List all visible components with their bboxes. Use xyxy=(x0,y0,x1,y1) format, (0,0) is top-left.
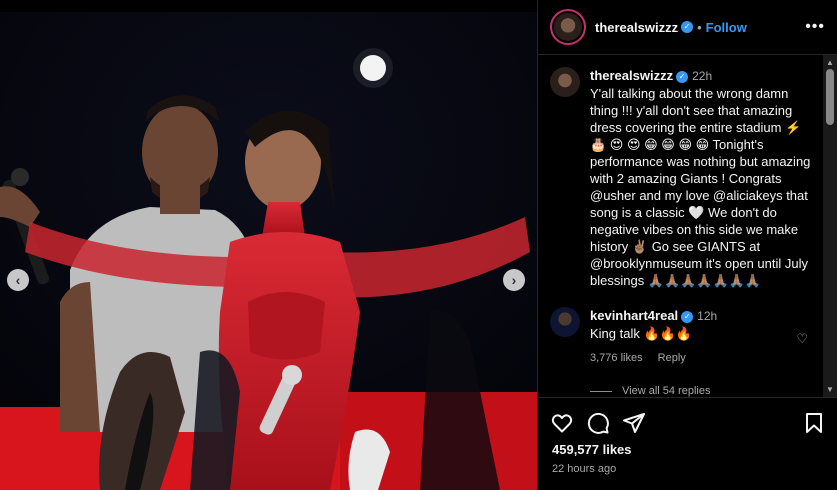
verified-icon: ✓ xyxy=(681,21,694,33)
comment-likes[interactable]: 3,776 likes xyxy=(590,352,643,364)
previous-photo-button[interactable]: ‹ xyxy=(7,269,29,291)
commenter-username[interactable]: kevinhart4real xyxy=(590,308,678,323)
share-send-icon[interactable] xyxy=(622,411,646,435)
scroll-up-icon[interactable]: ▲ xyxy=(826,58,834,67)
comment-bubble-icon[interactable] xyxy=(586,411,610,435)
performance-photo xyxy=(0,12,537,490)
caption-text: Y'all talking about the wrong damn thing… xyxy=(590,86,811,288)
scrollbar-thumb[interactable] xyxy=(826,69,834,125)
post-details-panel: therealswizzz ✓ • Follow ••• therealswiz… xyxy=(537,0,837,490)
save-bookmark-icon[interactable] xyxy=(802,411,826,435)
post-header: therealswizzz ✓ • Follow ••• xyxy=(538,0,837,55)
reply-button[interactable]: Reply xyxy=(658,352,686,364)
comments-scrollbar[interactable]: ▲ ▼ xyxy=(823,55,837,397)
view-replies-button[interactable]: View all 54 replies xyxy=(590,385,837,397)
verified-icon: ✓ xyxy=(676,70,689,83)
scroll-down-icon[interactable]: ▼ xyxy=(826,385,834,394)
more-options-icon[interactable]: ••• xyxy=(805,18,825,36)
comment-item: kevinhart4real ✓ 12h King talk 🔥🔥🔥 3,776 l… xyxy=(538,289,837,367)
comments-section[interactable]: therealswizzz ✓ 22h Y'all talking about th… xyxy=(538,55,837,397)
caption-username[interactable]: therealswizzz xyxy=(590,68,673,83)
post-photo: ‹ › xyxy=(0,12,537,490)
comment-body: kevinhart4real ✓ 12h King talk 🔥🔥🔥 3,776 l… xyxy=(590,307,800,367)
author-avatar[interactable] xyxy=(550,9,586,45)
action-bar xyxy=(538,398,837,438)
posted-time[interactable]: 22 hours ago xyxy=(538,457,837,475)
like-heart-icon[interactable] xyxy=(550,411,574,435)
commenter-avatar[interactable] xyxy=(550,307,580,337)
comment-time: 12h xyxy=(697,309,718,323)
author-username[interactable]: therealswizzz xyxy=(595,20,678,35)
separator-dot: • xyxy=(697,19,702,35)
next-photo-button[interactable]: › xyxy=(503,269,525,291)
post-actions-area: 459,577 likes 22 hours ago xyxy=(538,397,837,490)
comment-meta: 3,776 likes Reply xyxy=(590,350,800,367)
follow-button[interactable]: Follow xyxy=(706,20,747,35)
comment-text: King talk 🔥🔥🔥 xyxy=(590,326,693,341)
post-caption: therealswizzz ✓ 22h Y'all talking about th… xyxy=(538,55,837,289)
caption-time: 22h xyxy=(692,69,713,83)
replies-line xyxy=(590,390,612,392)
caption-avatar[interactable] xyxy=(550,67,580,97)
comment-like-heart-icon[interactable]: ♡ xyxy=(796,331,808,347)
likes-count[interactable]: 459,577 likes xyxy=(538,438,837,457)
view-replies-label: View all 54 replies xyxy=(622,385,711,397)
verified-icon: ✓ xyxy=(681,310,694,323)
caption-body: therealswizzz ✓ 22h Y'all talking about th… xyxy=(590,67,815,289)
